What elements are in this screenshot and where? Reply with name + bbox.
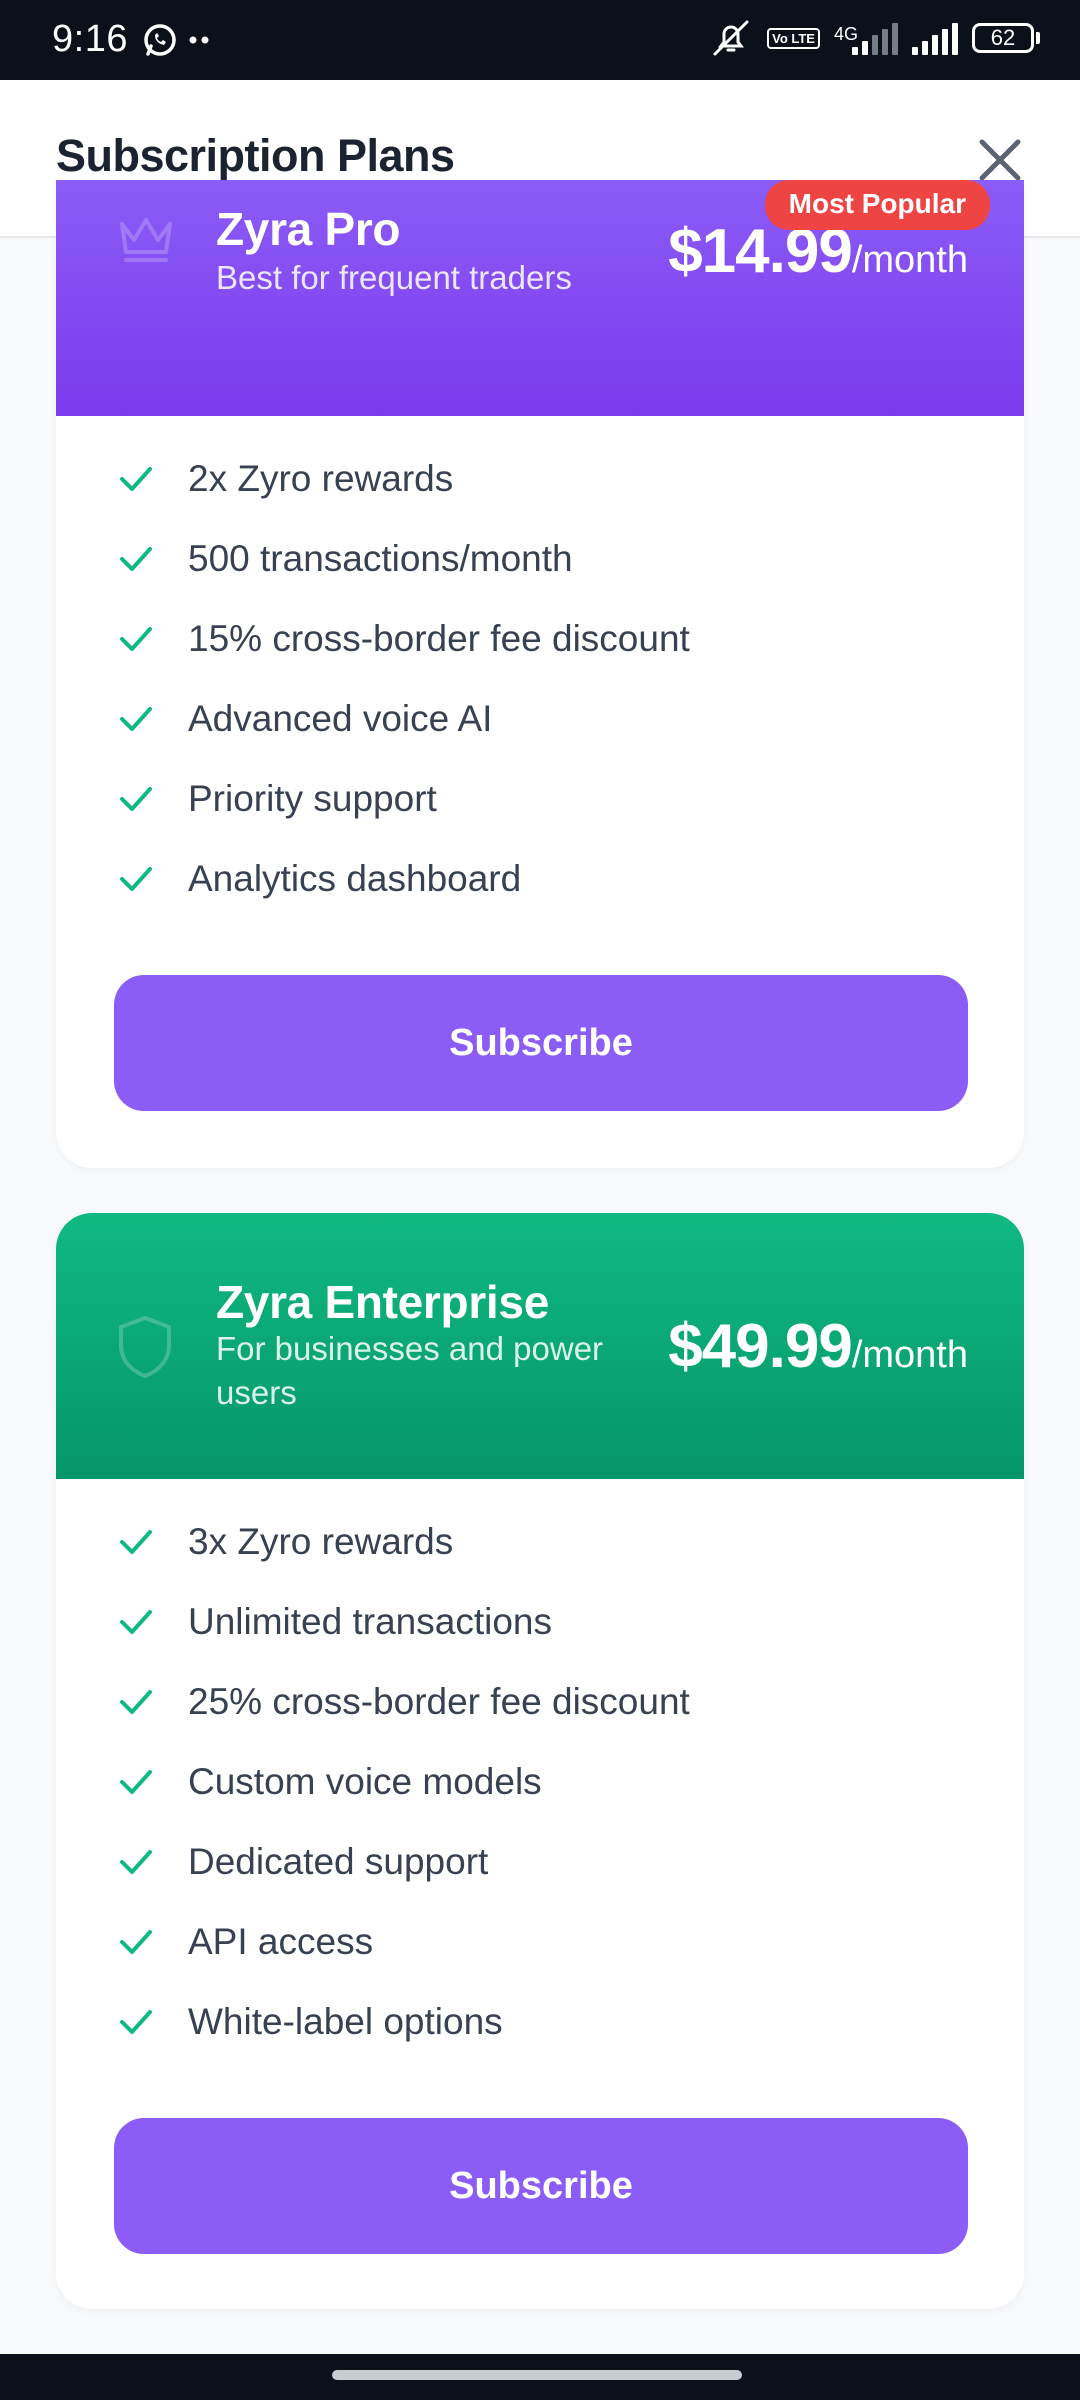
check-icon xyxy=(120,867,152,891)
crown-icon xyxy=(120,218,172,262)
plan-header-pro: Zyra Pro Best for frequent traders $14.9… xyxy=(56,180,1024,416)
most-popular-badge: Most Popular xyxy=(764,180,990,230)
feature-item: 25% cross-border fee discount xyxy=(116,1662,690,1742)
battery-level: 62 xyxy=(972,23,1034,53)
check-icon xyxy=(120,1770,152,1794)
check-icon xyxy=(120,707,152,731)
feature-label: Unlimited transactions xyxy=(188,1601,552,1642)
feature-item: 15% cross-border fee discount xyxy=(116,599,690,679)
check-icon xyxy=(120,627,152,651)
check-icon xyxy=(120,1930,152,1954)
status-time: 9:16 xyxy=(52,18,128,60)
plan-name: Zyra Enterprise xyxy=(216,1276,549,1328)
feature-item: 2x Zyro rewards xyxy=(116,439,690,519)
feature-item: Custom voice models xyxy=(116,1742,690,1822)
plan-name: Zyra Pro xyxy=(216,203,401,255)
feature-item: Unlimited transactions xyxy=(116,1582,690,1662)
check-icon xyxy=(120,1850,152,1874)
feature-label: Custom voice models xyxy=(188,1761,542,1802)
price-period: /month xyxy=(851,239,968,281)
signal-strength-2-icon xyxy=(912,21,958,55)
subscribe-button-pro[interactable]: Subscribe xyxy=(114,975,968,1111)
subscribe-button-enterprise[interactable]: Subscribe xyxy=(114,2118,968,2254)
home-indicator[interactable] xyxy=(332,2370,742,2380)
shield-icon xyxy=(119,1316,171,1378)
plan-card-enterprise: Zyra Enterprise For businesses and power… xyxy=(56,1213,1024,2309)
volte-badge: Vo LTE xyxy=(767,27,820,49)
check-icon xyxy=(120,1690,152,1714)
feature-item: Dedicated support xyxy=(116,1822,690,1902)
feature-label: 500 transactions/month xyxy=(188,538,573,579)
plan-description: For businesses and power users xyxy=(216,1330,604,1411)
whatsapp-icon xyxy=(144,24,176,56)
check-icon xyxy=(120,547,152,571)
more-dots-icon xyxy=(189,36,209,44)
feature-list-pro: 2x Zyro rewards 500 transactions/month 1… xyxy=(116,439,690,919)
status-bar: 9:16 Vo LTE 4G 62 xyxy=(0,0,1080,80)
price-period: /month xyxy=(851,1334,968,1376)
feature-label: Dedicated support xyxy=(188,1841,489,1882)
check-icon xyxy=(120,2010,152,2034)
network-type: 4G xyxy=(833,24,858,44)
check-icon xyxy=(120,467,152,491)
feature-label: Analytics dashboard xyxy=(188,858,522,899)
feature-label: 3x Zyro rewards xyxy=(188,1521,454,1562)
price-amount: $49.99 xyxy=(668,1312,853,1381)
plan-price: $49.99 /month xyxy=(668,1311,968,1382)
feature-label: API access xyxy=(188,1921,374,1962)
feature-label: 2x Zyro rewards xyxy=(188,458,454,499)
feature-item: Advanced voice AI xyxy=(116,679,690,759)
page-title: Subscription Plans xyxy=(56,130,455,181)
system-nav-bar xyxy=(0,2354,1080,2400)
plan-description: Best for frequent traders xyxy=(216,259,572,296)
check-icon xyxy=(120,1610,152,1634)
feature-item: 500 transactions/month xyxy=(116,519,690,599)
plan-header-enterprise: Zyra Enterprise For businesses and power… xyxy=(56,1213,1024,1479)
check-icon xyxy=(120,787,152,811)
battery-icon: 62 xyxy=(972,23,1040,53)
check-icon xyxy=(120,1530,152,1554)
plan-card-pro: Zyra Pro Best for frequent traders $14.9… xyxy=(56,180,1024,1168)
feature-item: 3x Zyro rewards xyxy=(116,1502,690,1582)
feature-label: Priority support xyxy=(188,778,437,819)
feature-label: 25% cross-border fee discount xyxy=(188,1681,690,1722)
feature-item: Priority support xyxy=(116,759,690,839)
feature-label: White-label options xyxy=(188,2001,503,2042)
feature-list-enterprise: 3x Zyro rewards Unlimited transactions 2… xyxy=(116,1502,690,2062)
signal-strength-icon xyxy=(852,21,898,55)
feature-item: API access xyxy=(116,1902,690,1982)
feature-label: Advanced voice AI xyxy=(188,698,493,739)
system-icons: Vo LTE 4G 62 xyxy=(709,18,1040,58)
feature-item: Analytics dashboard xyxy=(116,839,690,919)
feature-item: White-label options xyxy=(116,1982,690,2062)
notification-icons xyxy=(142,22,212,58)
feature-label: 15% cross-border fee discount xyxy=(188,618,690,659)
mute-bell-icon xyxy=(713,20,749,56)
